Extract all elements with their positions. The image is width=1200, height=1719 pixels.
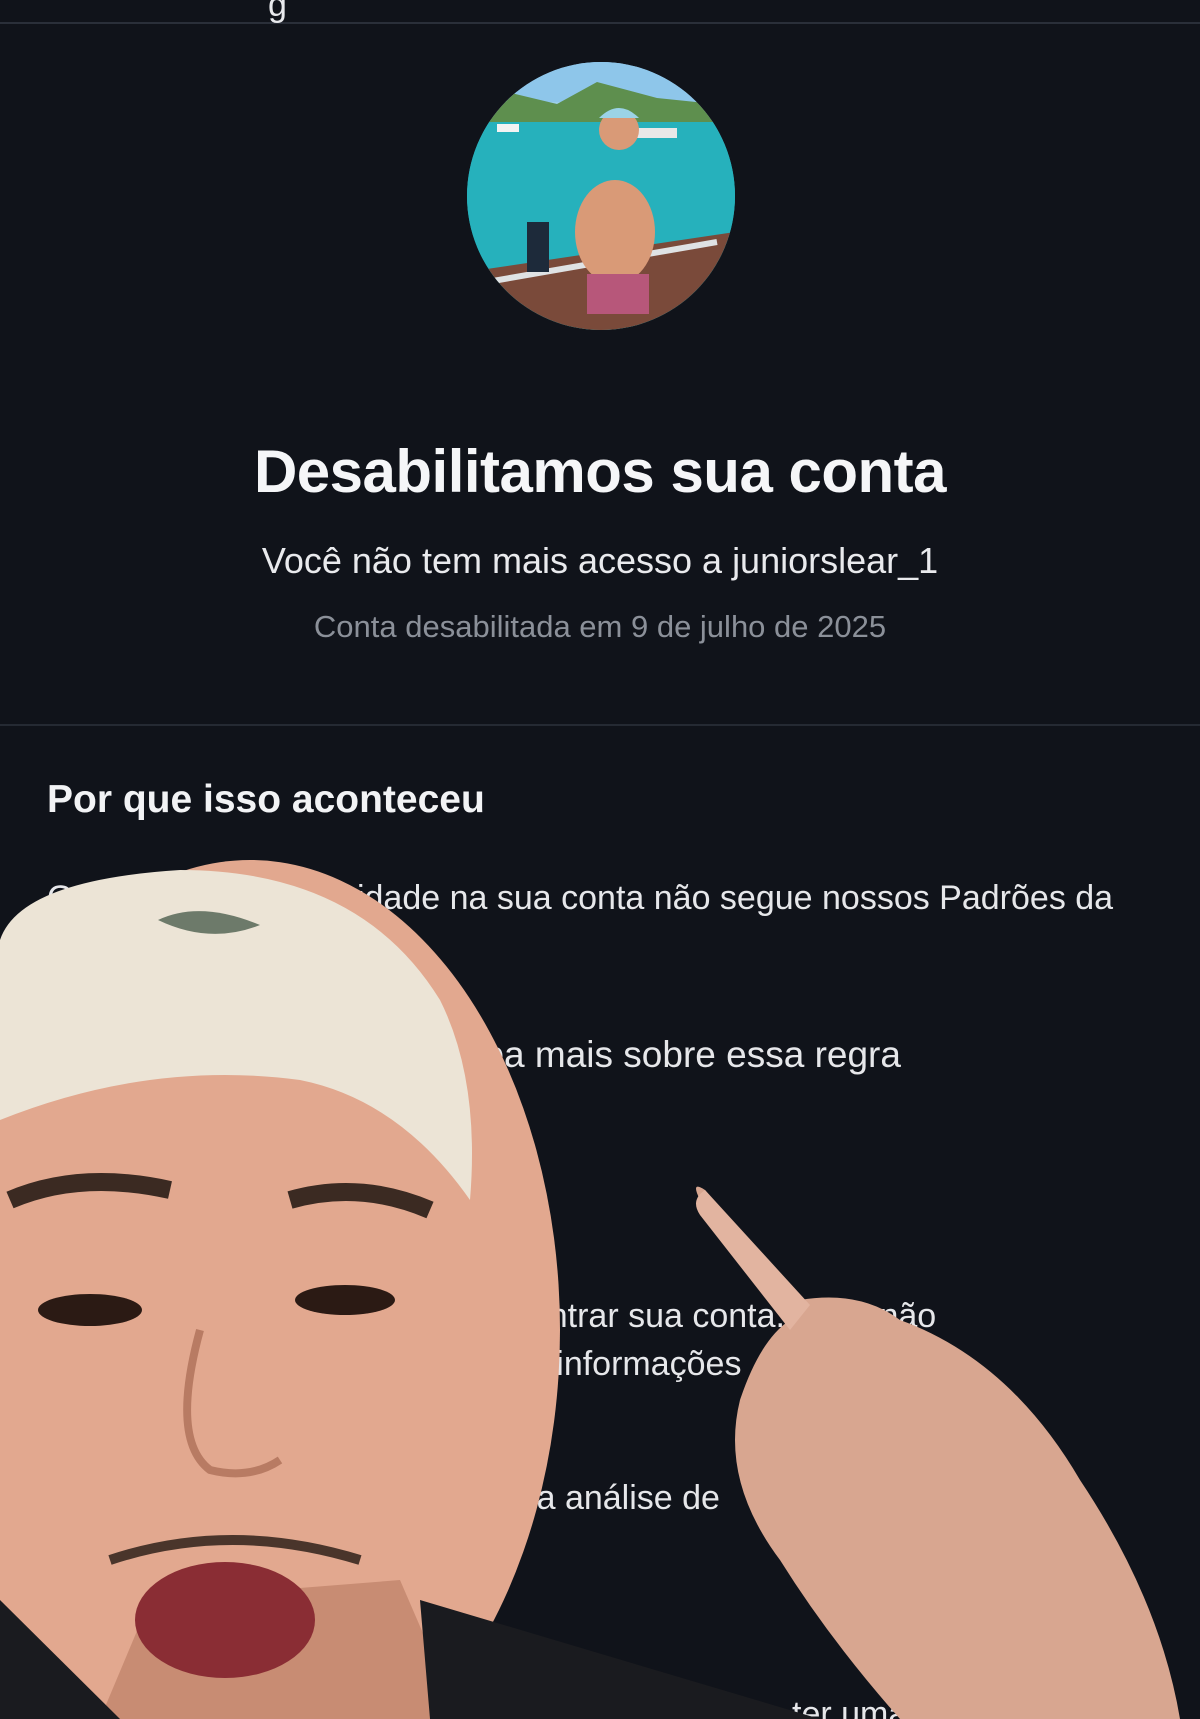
profile-avatar [467,62,735,330]
face [0,860,560,1719]
avatar-photo [467,62,735,330]
reason-body: Grande parte da atividade na sua conta n… [47,879,1114,965]
top-bar: g [0,0,1200,24]
shirt-right [420,1600,820,1719]
top-bar-glyph: g [268,0,287,24]
moustache [108,1535,362,1565]
shirt [0,1600,120,1719]
request-review-text: outra análise de [478,1479,720,1517]
pointing-hand [696,1186,1180,1719]
disabled-account-page: g Desabilitamos sua conta Você não tem m… [0,0,1200,1719]
section-divider [0,724,1200,726]
left-eye [38,1294,142,1326]
access-message: Você não tem mais acesso a juniorslear_1 [261,540,939,581]
right-eyebrow [287,1183,434,1219]
disabled-date: Conta desabilitada em 9 de julho de 2025 [313,609,887,644]
reason-heading: Por que isso aconteceu [47,778,485,821]
neck [100,1580,460,1719]
find-account-line-2: suas informações [475,1345,742,1383]
page-title: Desabilitamos sua conta [253,438,947,505]
right-eye [295,1285,395,1315]
download-copy-text: ter uma có [792,1695,953,1719]
open-mouth [135,1562,315,1678]
learn-more-rule-link[interactable]: Saiba mais sobre essa regra [430,1034,901,1076]
find-account-line-1: encontrar sua conta. Você não [475,1297,937,1335]
find-account-text: encontrar sua conta. Você não suas infor… [475,1292,1175,1388]
nose [183,1328,283,1478]
left-eyebrow [6,1173,172,1209]
